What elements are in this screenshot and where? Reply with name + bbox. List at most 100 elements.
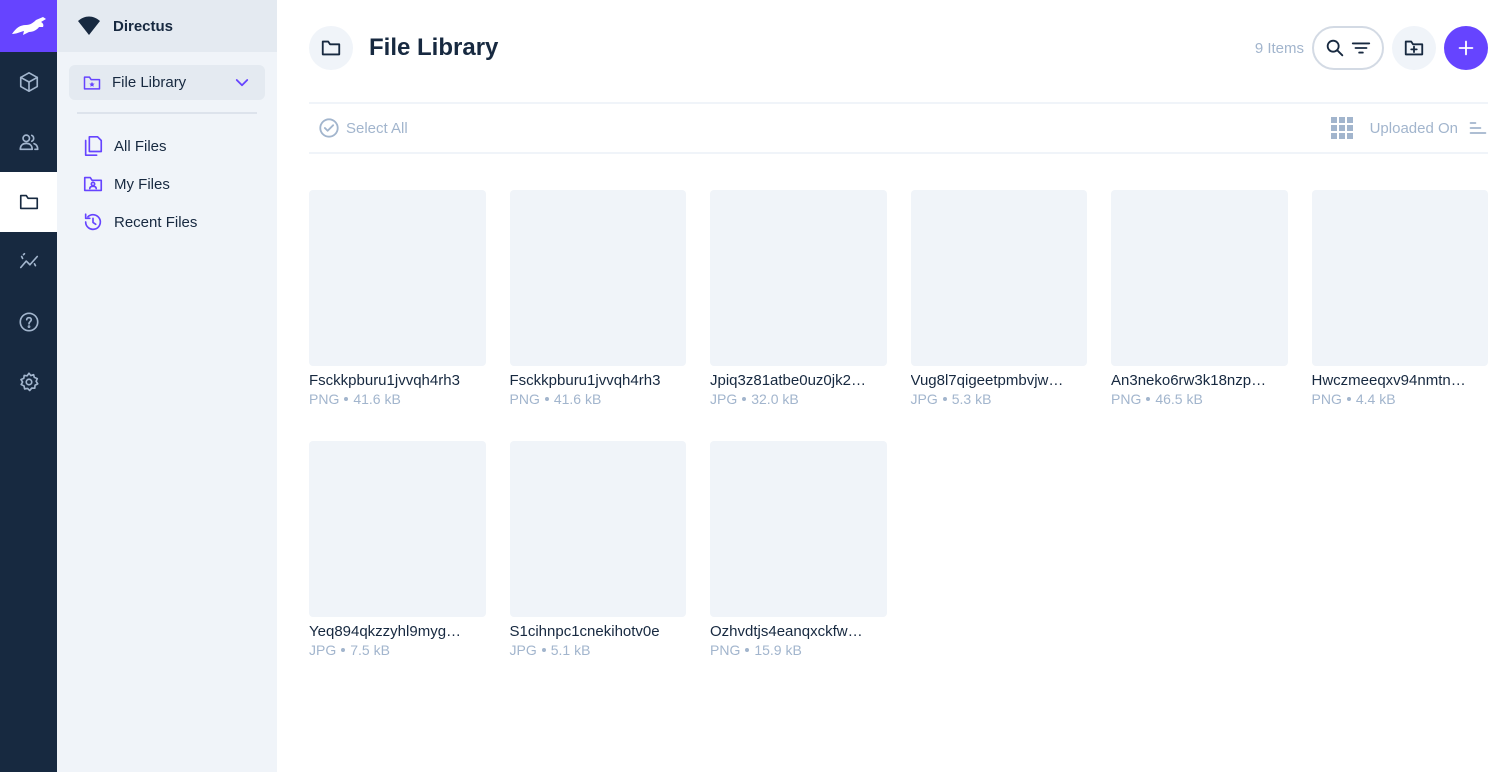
module-settings[interactable]	[0, 352, 57, 412]
file-card[interactable]: Yeq894qkzzyhl9myg… JPG 7.5 kB	[309, 441, 486, 658]
file-thumbnail	[1311, 190, 1488, 366]
separator-dot	[745, 648, 750, 652]
file-title: Jpiq3z81atbe0uz0jk2…	[710, 372, 866, 389]
select-all-button[interactable]: Select All	[309, 117, 408, 139]
separator-dot	[541, 648, 546, 652]
module-files[interactable]	[0, 172, 57, 232]
title-icon-button[interactable]	[309, 26, 353, 70]
files-icon	[84, 136, 103, 156]
file-card[interactable]: Fsckkpburu1jvvqh4rh3 PNG 41.6 kB	[509, 190, 687, 407]
nav-item-label: Recent Files	[114, 213, 198, 231]
search-filter-control[interactable]	[1312, 26, 1384, 70]
file-title: Ozhvdtjs4eanqxckfw…	[710, 623, 863, 640]
file-size: 32.0 kB	[751, 391, 799, 407]
page-title: File Library	[369, 34, 499, 61]
module-help[interactable]	[0, 292, 57, 352]
select-all-label: Select All	[346, 119, 408, 137]
project-name: Directus	[113, 17, 174, 35]
file-thumbnail	[309, 441, 486, 617]
file-thumbnail	[910, 190, 1087, 366]
toolbar-actions: Uploaded On	[1330, 116, 1488, 140]
folder-icon	[19, 194, 38, 210]
file-type: JPG	[309, 642, 337, 658]
nav-divider	[77, 112, 257, 114]
file-thumbnail	[309, 190, 486, 366]
file-size: 41.6 kB	[553, 391, 602, 407]
file-thumbnail	[1111, 190, 1288, 366]
file-meta: JPG 5.3 kB	[911, 391, 1088, 407]
file-size: 4.4 kB	[1355, 391, 1396, 407]
file-type: PNG	[1311, 391, 1342, 407]
search-icon[interactable]	[1324, 37, 1346, 59]
separator-dot	[742, 397, 747, 401]
file-meta: PNG 41.6 kB	[309, 391, 486, 407]
brand-logo[interactable]	[0, 0, 57, 52]
file-size: 15.9 kB	[754, 642, 802, 658]
file-card[interactable]: Vug8l7qigeetpmbvjw… JPG 5.3 kB	[910, 190, 1088, 407]
file-type: PNG	[1111, 391, 1142, 407]
file-card[interactable]: An3neko6rw3k18nzp… PNG 46.5 kB	[1111, 190, 1288, 407]
users-icon	[18, 134, 39, 151]
file-size: 41.6 kB	[353, 391, 401, 407]
separator-dot	[544, 397, 549, 401]
nav-item-my-files[interactable]: My Files	[57, 165, 277, 203]
project-switcher[interactable]: Directus	[57, 0, 277, 52]
file-meta: PNG 46.5 kB	[1111, 391, 1288, 407]
file-size: 46.5 kB	[1155, 391, 1203, 407]
nav-group-label: File Library	[112, 74, 187, 91]
file-type: PNG	[710, 642, 741, 658]
file-thumbnail	[710, 441, 887, 617]
file-type: JPG	[910, 391, 938, 407]
file-thumbnail	[509, 441, 686, 617]
file-title: Vug8l7qigeetpmbvjw…	[910, 372, 1064, 389]
file-thumbnail	[710, 190, 887, 366]
nav-item-label: All Files	[114, 137, 167, 155]
upload-file-button[interactable]	[1444, 26, 1488, 70]
sort-field-label[interactable]: Uploaded On	[1370, 120, 1458, 137]
file-size: 5.1 kB	[550, 642, 591, 658]
rabbit-logo-icon	[11, 17, 46, 35]
create-folder-icon	[1404, 40, 1424, 56]
main-content: File Library 9 Items Select All Uploaded…	[277, 0, 1505, 772]
gear-icon	[19, 372, 39, 392]
separator-dot	[344, 397, 349, 401]
file-card[interactable]: Hwczmeeqxv94nmtn… PNG 4.4 kB	[1311, 190, 1488, 407]
file-title: Hwczmeeqxv94nmtn…	[1311, 372, 1466, 389]
layout-toolbar: Select All Uploaded On	[309, 102, 1488, 154]
filter-icon[interactable]	[1350, 37, 1372, 59]
plus-icon	[1458, 40, 1474, 56]
separator-dot	[942, 397, 947, 401]
file-card[interactable]: Fsckkpburu1jvvqh4rh3 PNG 41.6 kB	[309, 190, 486, 407]
app-window: Directus File Library All Files My Files…	[0, 0, 1505, 772]
file-meta: PNG 41.6 kB	[510, 391, 687, 407]
file-title: Fsckkpburu1jvvqh4rh3	[509, 372, 661, 389]
module-insights[interactable]	[0, 232, 57, 292]
file-title: S1cihnpc1cnekihotv0e	[509, 623, 660, 640]
file-meta: JPG 5.1 kB	[510, 642, 687, 658]
chevron-down-icon[interactable]	[233, 74, 251, 92]
file-meta: PNG 15.9 kB	[710, 642, 887, 658]
add-folder-button[interactable]	[1392, 26, 1436, 70]
file-type: PNG	[509, 391, 540, 407]
file-meta: JPG 7.5 kB	[309, 642, 486, 658]
module-content[interactable]	[0, 52, 57, 112]
nav-group-file-library[interactable]: File Library	[69, 65, 265, 100]
file-card[interactable]: Ozhvdtjs4eanqxckfw… PNG 15.9 kB	[710, 441, 887, 658]
nav-item-recent-files[interactable]: Recent Files	[57, 203, 277, 241]
user-folder-icon	[83, 176, 103, 192]
sort-direction-icon[interactable]	[1468, 118, 1488, 138]
file-title: Fsckkpburu1jvvqh4rh3	[309, 372, 460, 389]
header-bar: File Library 9 Items	[309, 26, 1488, 70]
file-card[interactable]: Jpiq3z81atbe0uz0jk2… JPG 32.0 kB	[710, 190, 887, 407]
wifi-icon	[78, 16, 100, 35]
grid-size-icon[interactable]	[1330, 116, 1354, 140]
file-title: An3neko6rw3k18nzp…	[1111, 372, 1267, 389]
help-icon	[18, 312, 39, 332]
module-users[interactable]	[0, 112, 57, 172]
separator-dot	[1146, 397, 1151, 401]
separator-dot	[341, 648, 346, 652]
file-title: Yeq894qkzzyhl9myg…	[309, 623, 462, 640]
file-card[interactable]: S1cihnpc1cnekihotv0e JPG 5.1 kB	[509, 441, 687, 658]
nav-item-all-files[interactable]: All Files	[57, 127, 277, 165]
history-icon	[84, 213, 102, 231]
